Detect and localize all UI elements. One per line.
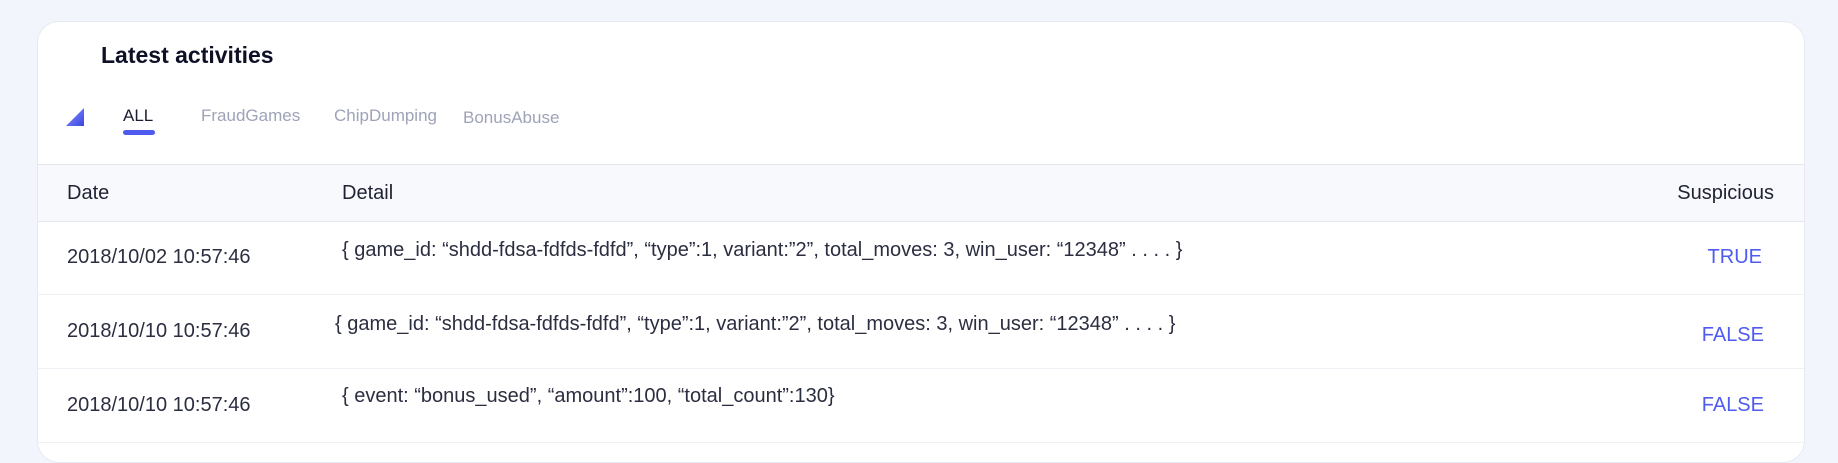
activity-tabs: ALL FraudGames ChipDumping BonusAbuse	[38, 102, 1804, 162]
table-row[interactable]: 2018/10/02 10:57:46 { game_id: “shdd-fds…	[38, 221, 1804, 295]
row-detail: { game_id: “shdd-fdsa-fdfds-fdfd”, “type…	[335, 313, 1176, 335]
table-row[interactable]: 2018/10/10 10:57:46 { event: “bonus_used…	[38, 369, 1804, 443]
column-header-detail: Detail	[342, 182, 394, 204]
panel-title: Latest activities	[101, 42, 274, 68]
column-header-date: Date	[67, 182, 110, 204]
row-detail: { event: “bonus_used”, “amount”:100, “to…	[342, 385, 835, 407]
row-detail: { game_id: “shdd-fdsa-fdfds-fdfd”, “type…	[342, 239, 1183, 261]
tab-all[interactable]: ALL	[123, 102, 153, 130]
tab-bonus-abuse[interactable]: BonusAbuse	[463, 104, 559, 132]
active-tab-indicator	[123, 130, 155, 135]
row-suspicious-flag: FALSE	[1701, 324, 1764, 346]
row-suspicious-flag: TRUE	[1707, 246, 1762, 268]
table-header: Date Detail Suspicious	[38, 164, 1804, 222]
row-date: 2018/10/10 10:57:46	[67, 394, 251, 416]
tab-fraud-games[interactable]: FraudGames	[201, 102, 300, 130]
row-suspicious-flag: FALSE	[1701, 394, 1764, 416]
tab-chip-dumping[interactable]: ChipDumping	[334, 102, 437, 130]
table-row[interactable]: 2018/10/10 10:57:46 { game_id: “shdd-fds…	[38, 295, 1804, 369]
row-date: 2018/10/10 10:57:46	[67, 320, 251, 342]
row-date: 2018/10/02 10:57:46	[67, 246, 251, 268]
column-header-suspicious: Suspicious	[1677, 182, 1774, 204]
latest-activities-panel: Latest activities ALL FraudGames ChipDum…	[37, 21, 1805, 463]
